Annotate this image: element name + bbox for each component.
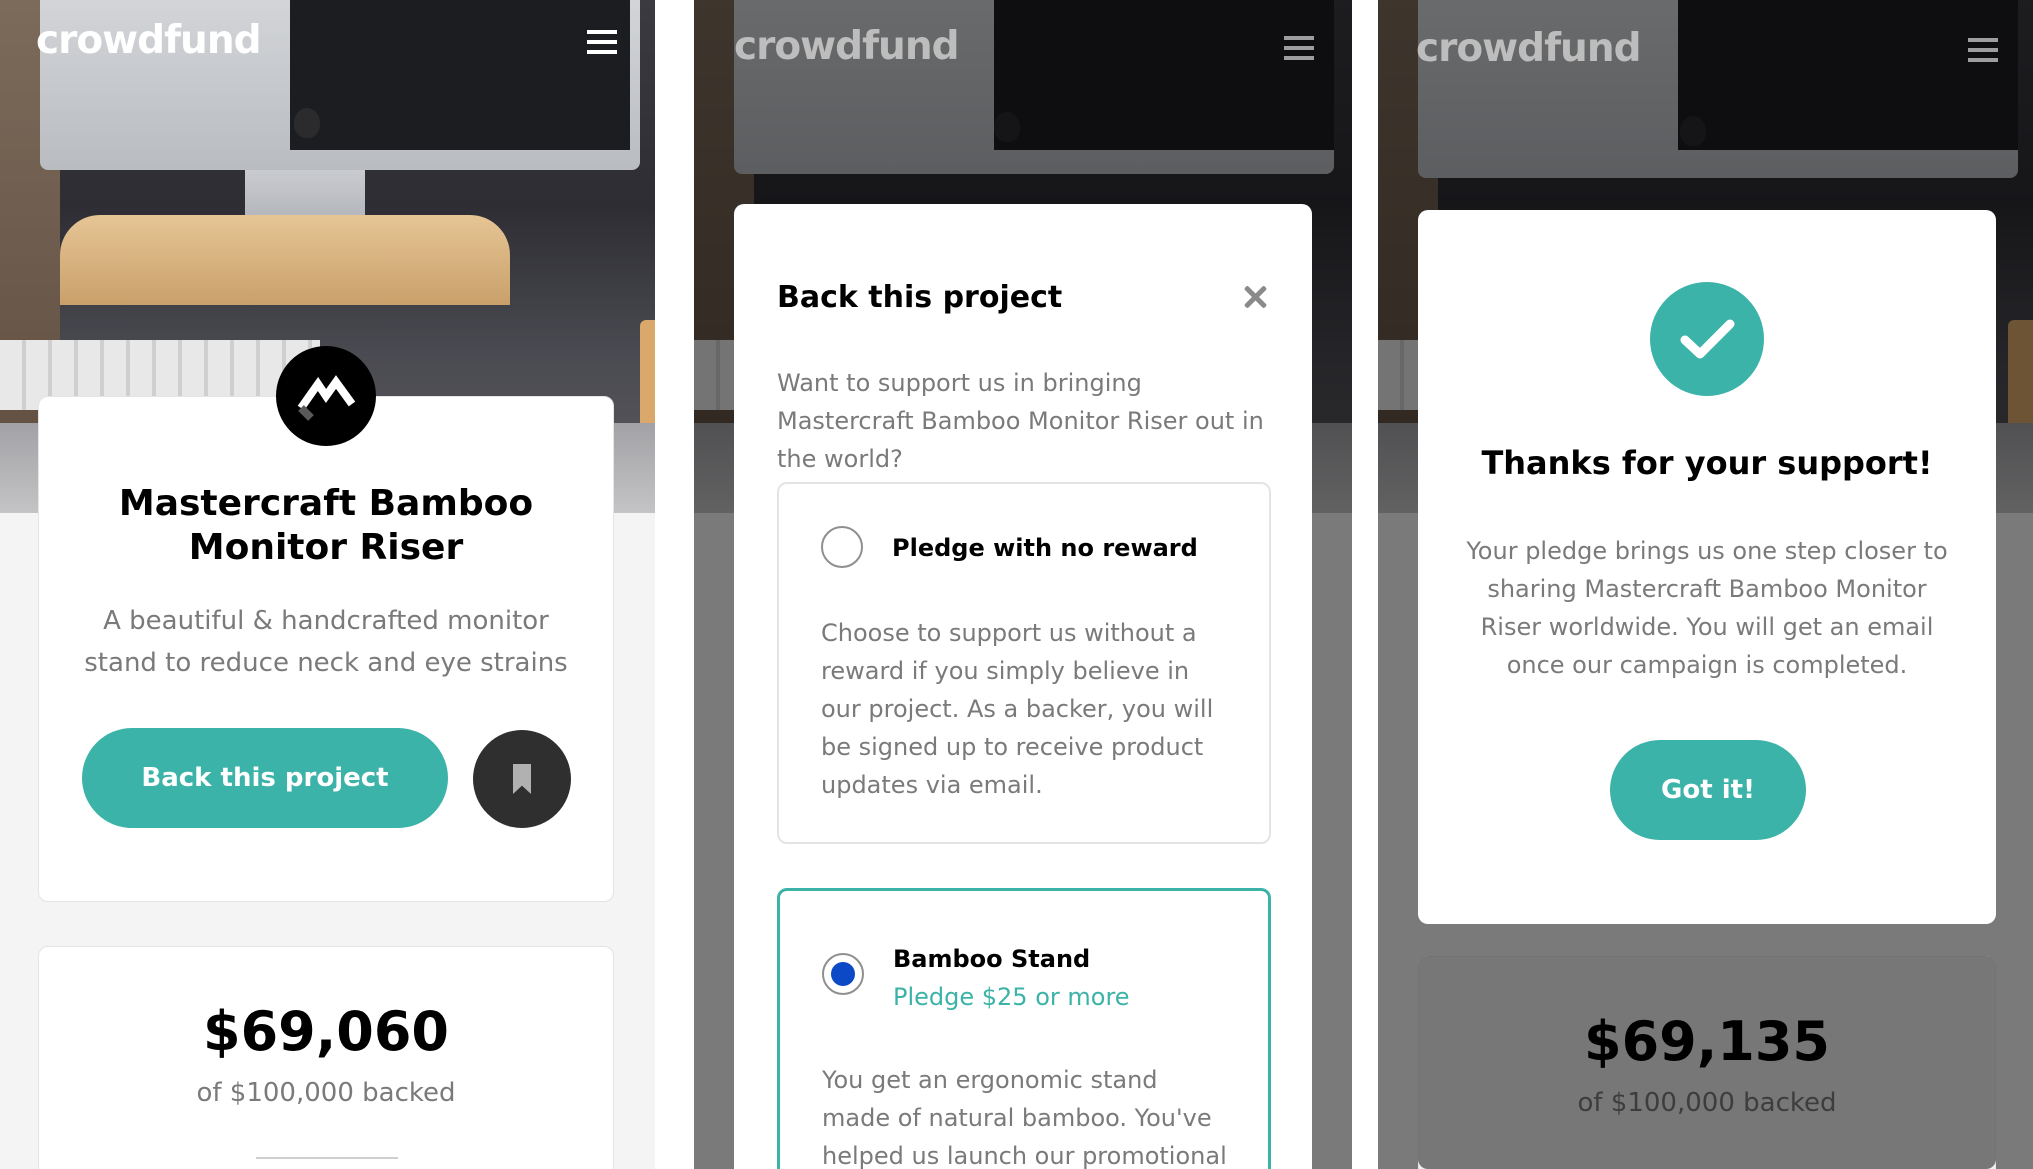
modal-title: Back this project (777, 280, 1063, 315)
stats-divider (256, 1157, 398, 1159)
amount-goal-text: of $100,000 backed (196, 1078, 456, 1108)
apple-logo-icon (294, 108, 320, 138)
amount-backed: $69,135 (1584, 1010, 1830, 1073)
got-it-button[interactable]: Got it! (1610, 740, 1806, 840)
brand-logo[interactable]: crowdfund (734, 24, 960, 69)
project-description: A beautiful & handcrafted monitor stand … (84, 606, 568, 678)
success-title: Thanks for your support! (1481, 444, 1933, 482)
hamburger-icon[interactable] (1968, 38, 1998, 62)
project-title: Mastercraft Bamboo Monitor Riser (118, 483, 534, 568)
screen-project-page: crowdfund Mastercraft Bamboo Monitor Ris… (0, 0, 655, 1169)
hamburger-icon[interactable] (587, 30, 617, 54)
check-icon (1650, 282, 1764, 396)
radio-button[interactable] (822, 953, 864, 995)
bookmark-button[interactable] (473, 730, 571, 828)
pledge-description: You get an ergonomic stand made of natur… (822, 1066, 1227, 1169)
bookmark-icon (513, 764, 531, 794)
brand-logo[interactable]: crowdfund (1416, 26, 1642, 71)
screen-success-modal: crowdfund Thanks for your support! Your … (1378, 0, 2033, 1169)
back-project-button[interactable]: Back this project (82, 728, 448, 828)
pledge-name: Bamboo Stand (893, 945, 1091, 973)
pledge-option-bamboo-stand[interactable]: Bamboo Stand Pledge $25 or more You get … (777, 888, 1271, 1169)
brand-logo[interactable]: crowdfund (36, 18, 262, 63)
screen-pledge-modal: crowdfund Back this project Want to supp… (694, 0, 1352, 1169)
amount-goal-text: of $100,000 backed (1577, 1088, 1837, 1118)
pledge-minimum: Pledge $25 or more (893, 983, 1130, 1011)
hamburger-icon[interactable] (1284, 36, 1314, 60)
success-message: Your pledge brings us one step closer to… (1466, 537, 1948, 679)
pledge-option-no-reward[interactable]: Pledge with no reward Choose to support … (777, 482, 1271, 844)
modal-description: Want to support us in bringing Mastercra… (777, 369, 1264, 473)
pledge-description: Choose to support us without a reward if… (821, 619, 1214, 799)
mastercraft-logo-icon (276, 346, 376, 446)
pledge-name: Pledge with no reward (892, 534, 1198, 562)
amount-backed: $69,060 (203, 1000, 449, 1063)
close-icon[interactable] (1241, 283, 1269, 311)
radio-button[interactable] (821, 526, 863, 568)
